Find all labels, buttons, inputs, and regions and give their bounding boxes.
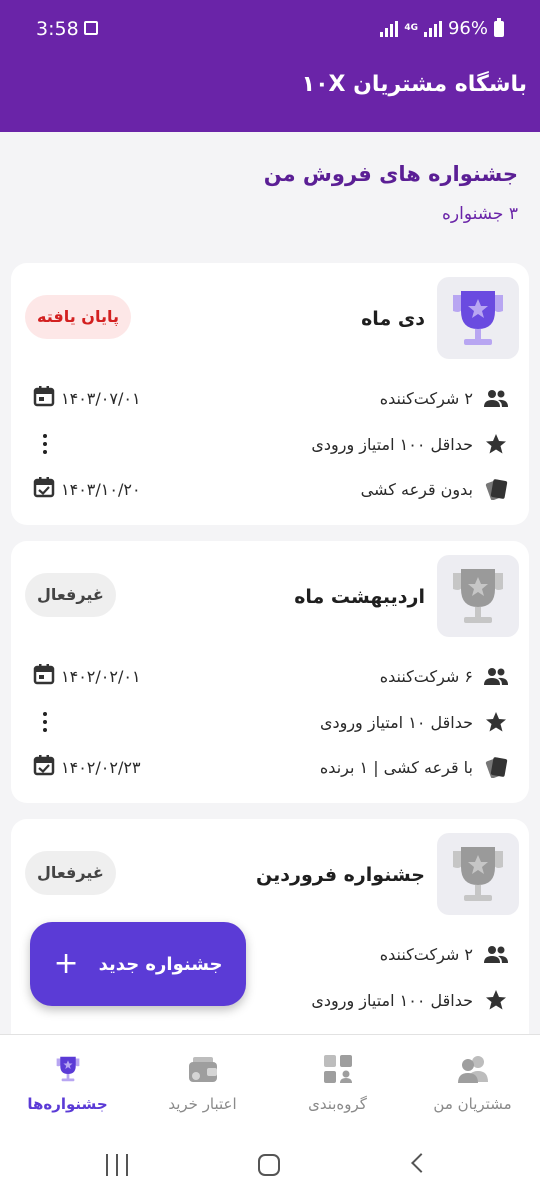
battery-percent: 96% — [447, 18, 488, 39]
festival-name: دی ماه — [361, 308, 425, 330]
ticket-icon — [483, 476, 509, 502]
plus-icon: + — [53, 946, 79, 981]
network-type: 4G — [404, 23, 418, 33]
users-icon — [455, 1051, 491, 1087]
festival-thumbnail — [437, 555, 519, 637]
nav-item-purchase-credit[interactable]: اعتبار خرید — [135, 1035, 270, 1135]
festival-card[interactable]: دی ماه پایان یافته ۲ شرکت‌کننده ۱۴۰۳/۰۷/… — [11, 263, 529, 525]
min-points-row: حداقل ۱۰۰ امتیاز ورودی — [311, 429, 509, 459]
users-icon — [483, 385, 509, 411]
ticket-icon — [483, 754, 509, 780]
system-navigation-bar — [0, 1134, 540, 1200]
gallery-notification-icon — [84, 21, 98, 35]
page-title: جشنواره های فروش من — [263, 162, 518, 186]
new-festival-label: جشنواره جدید — [98, 953, 223, 975]
trophy-icon — [453, 847, 503, 901]
nav-item-my-customers[interactable]: مشتریان من — [405, 1035, 540, 1135]
min-points-text: حداقل ۱۰۰ امتیاز ورودی — [311, 434, 473, 454]
nav-item-festivals[interactable]: جشنواره‌ها — [0, 1035, 135, 1135]
participants-row: ۲ شرکت‌کننده — [380, 939, 509, 969]
min-points-row: حداقل ۱۰ امتیاز ورودی — [320, 707, 509, 737]
star-icon — [483, 987, 509, 1013]
home-button[interactable] — [258, 1154, 280, 1176]
users-icon — [483, 941, 509, 967]
min-points-text: حداقل ۱۰ امتیاز ورودی — [319, 712, 473, 732]
new-festival-button[interactable]: جشنواره جدید + — [30, 922, 246, 1006]
min-points-row: حداقل ۱۰۰ امتیاز ورودی — [311, 985, 509, 1015]
wallet-icon — [185, 1051, 221, 1087]
end-date: ۱۴۰۲/۰۲/۲۳ — [33, 752, 141, 782]
trophy-icon — [50, 1051, 86, 1087]
festival-thumbnail — [437, 833, 519, 915]
trophy-icon — [453, 569, 503, 623]
users-icon — [483, 663, 509, 689]
nav-label: مشتریان من — [433, 1095, 512, 1113]
star-icon — [483, 431, 509, 457]
more-options-button[interactable] — [39, 432, 51, 456]
festival-list-screen[interactable]: جشنواره های فروش من ۳ جشنواره دی ماه پای… — [0, 132, 540, 1034]
start-date-text: ۱۴۰۳/۰۷/۰۱ — [61, 388, 141, 408]
participants-text: ۲ شرکت‌کننده — [379, 388, 473, 408]
nav-label: جشنواره‌ها — [27, 1095, 108, 1113]
status-bar: 3:58 4G 96% — [0, 0, 540, 60]
trophy-icon — [453, 291, 503, 345]
min-points-text: حداقل ۱۰۰ امتیاز ورودی — [311, 990, 473, 1010]
calendar-check-icon — [33, 476, 55, 502]
status-badge: غیرفعال — [25, 573, 116, 617]
top-app-bar: 3:58 4G 96% باشگاه مشتریان ۱۰X — [0, 0, 540, 132]
end-date-text: ۱۴۰۲/۰۲/۲۳ — [61, 757, 141, 777]
nav-label: اعتبار خرید — [168, 1095, 237, 1113]
status-indicators: 4G 96% — [380, 17, 504, 39]
festival-card[interactable]: اردیبهشت ماه غیرفعال ۶ شرکت‌کننده ۱۴۰۲/۰… — [11, 541, 529, 803]
recent-apps-button[interactable] — [106, 1154, 128, 1176]
participants-row: ۲ شرکت‌کننده — [380, 383, 509, 413]
start-date: ۱۴۰۲/۰۲/۰۱ — [33, 661, 141, 691]
grid-icon — [320, 1051, 356, 1087]
festival-thumbnail — [437, 277, 519, 359]
start-date: ۱۴۰۳/۰۷/۰۱ — [33, 383, 141, 413]
app-title: باشگاه مشتریان ۱۰X — [301, 72, 527, 97]
festival-name: اردیبهشت ماه — [294, 586, 425, 608]
wifi-signal-icon — [380, 20, 399, 37]
festival-count: ۳ جشنواره — [442, 204, 518, 224]
lottery-row: با قرعه کشی | ۱ برنده — [320, 752, 509, 782]
festival-name: جشنواره فروردین — [256, 864, 425, 886]
lottery-row: بدون قرعه کشی — [361, 474, 509, 504]
end-date: ۱۴۰۳/۱۰/۲۰ — [33, 474, 141, 504]
participants-text: ۲ شرکت‌کننده — [379, 944, 473, 964]
participants-row: ۶ شرکت‌کننده — [380, 661, 509, 691]
back-button[interactable] — [411, 1153, 431, 1173]
lottery-text: با قرعه کشی | ۱ برنده — [319, 757, 473, 777]
status-time: 3:58 — [36, 18, 79, 40]
participants-text: ۶ شرکت‌کننده — [379, 666, 473, 686]
star-icon — [483, 709, 509, 735]
start-date-text: ۱۴۰۲/۰۲/۰۱ — [61, 666, 141, 686]
calendar-icon — [33, 385, 55, 411]
status-badge: پایان یافته — [25, 295, 131, 339]
calendar-icon — [33, 663, 55, 689]
bottom-navigation: جشنواره‌ها اعتبار خرید گروه‌بندی مشتریان… — [0, 1034, 540, 1134]
more-options-button[interactable] — [39, 710, 51, 734]
nav-label: گروه‌بندی — [308, 1095, 367, 1113]
cell-signal-icon — [423, 20, 442, 37]
battery-icon — [494, 17, 504, 37]
calendar-check-icon — [33, 754, 55, 780]
nav-item-grouping[interactable]: گروه‌بندی — [270, 1035, 405, 1135]
status-badge: غیرفعال — [25, 851, 116, 895]
lottery-text: بدون قرعه کشی — [360, 479, 473, 499]
end-date-text: ۱۴۰۳/۱۰/۲۰ — [61, 479, 141, 499]
